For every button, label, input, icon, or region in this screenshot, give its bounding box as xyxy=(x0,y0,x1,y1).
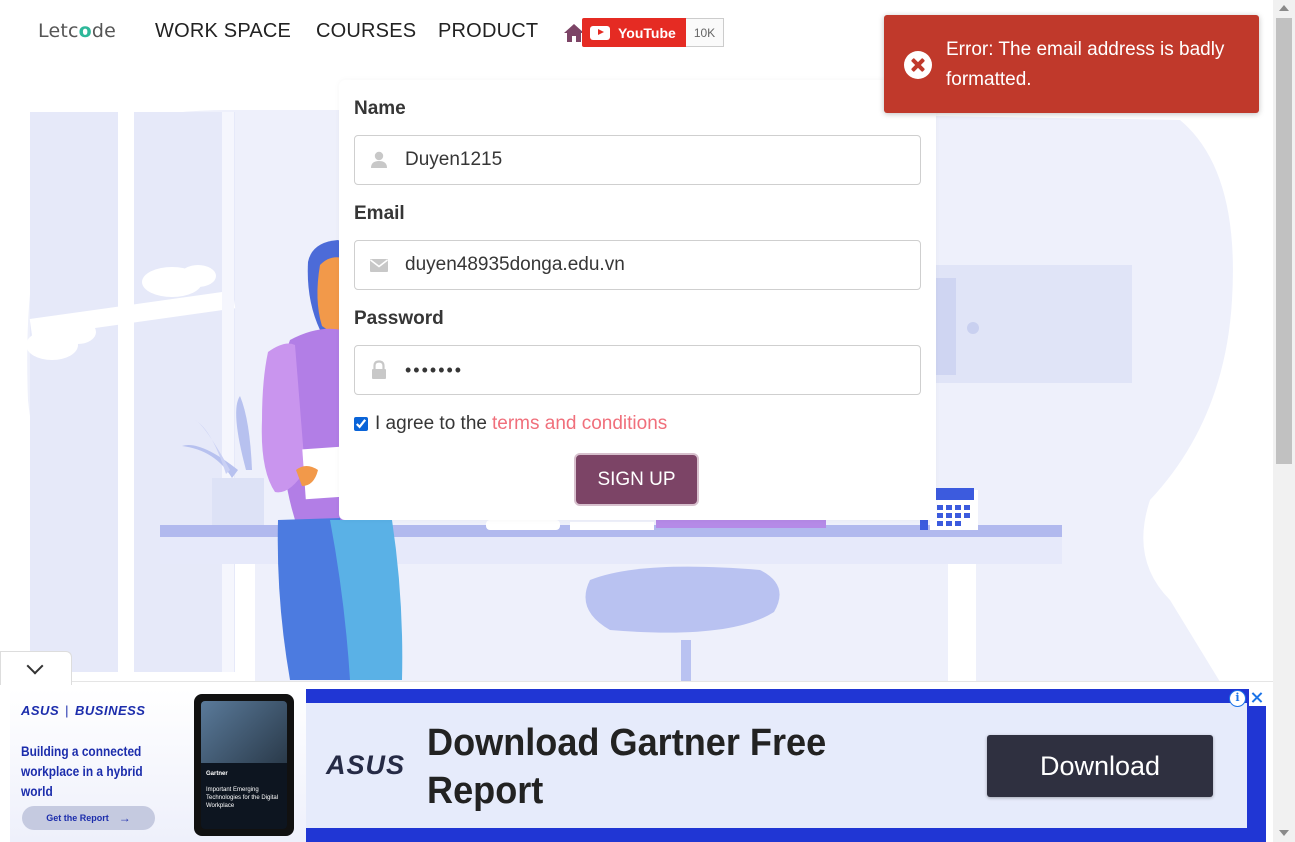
youtube-subscriber-count: 10K xyxy=(685,18,725,47)
scroll-up-arrow-icon[interactable] xyxy=(1279,5,1289,11)
ad-asus-logo: ASUS xyxy=(326,750,406,780)
error-message: Error: The email address is badly format… xyxy=(946,39,1225,90)
password-input[interactable] xyxy=(405,356,905,384)
ad-right-panel: ASUS Download Gartner Free Report Downlo… xyxy=(306,703,1247,828)
chevron-down-icon xyxy=(26,657,44,675)
ad-brand-small: ASUS xyxy=(21,703,60,718)
nav-link-courses[interactable]: COURSES xyxy=(316,20,416,43)
ad-collapse-tab[interactable] xyxy=(0,651,72,685)
user-icon xyxy=(371,151,387,168)
youtube-button[interactable]: YouTube xyxy=(582,18,686,47)
terms-checkbox[interactable] xyxy=(354,417,368,431)
password-field-wrapper xyxy=(354,345,921,395)
page-scrollbar[interactable] xyxy=(1273,0,1295,842)
agree-text: I agree to the xyxy=(375,413,487,434)
terms-link[interactable]: terms and conditions xyxy=(492,413,667,435)
ad-close-icon[interactable] xyxy=(1249,689,1266,706)
password-label: Password xyxy=(354,308,444,329)
name-input[interactable] xyxy=(405,146,905,174)
scroll-down-arrow-icon[interactable] xyxy=(1279,830,1289,836)
ad-get-report-label: Get the Report xyxy=(46,813,109,823)
arrow-right-icon: → xyxy=(118,811,131,825)
email-input[interactable] xyxy=(405,251,905,279)
envelope-icon xyxy=(370,259,388,272)
nav-link-product[interactable]: PRODUCT xyxy=(438,20,538,43)
youtube-label: YouTube xyxy=(618,24,676,41)
ad-tagline: Building a connected workplace in a hybr… xyxy=(21,743,143,799)
signup-button[interactable]: SIGN UP xyxy=(574,453,699,506)
ad-phone-text: Important Emerging Technologies for the … xyxy=(206,787,279,809)
logo-text-suffix: de xyxy=(91,20,117,42)
ad-brand-separator: | xyxy=(65,703,70,718)
ad-brand-header: ASUS | BUSINESS xyxy=(21,703,145,718)
site-logo[interactable]: Letcode xyxy=(38,20,116,42)
lock-icon xyxy=(372,360,386,379)
ad-division: BUSINESS xyxy=(75,703,146,718)
email-label: Email xyxy=(354,203,405,224)
name-field-wrapper xyxy=(354,135,921,185)
youtube-play-icon xyxy=(590,25,610,40)
ad-left-panel: ASUS | BUSINESS Building a connected workp… xyxy=(10,689,306,842)
ad-phone-screen: Gartner Important Emerging Technologies … xyxy=(201,701,287,829)
ad-photo xyxy=(201,701,287,763)
logo-text-accent: o xyxy=(78,20,92,42)
youtube-subscribe: YouTube 10K xyxy=(582,18,725,47)
page: Letcode WORK SPACE COURSES PRODUCT YouTu… xyxy=(0,0,1295,842)
ad-phone-image: Gartner Important Emerging Technologies … xyxy=(194,694,294,836)
ad-info-icon[interactable]: i xyxy=(1229,690,1246,707)
name-label: Name xyxy=(354,98,406,119)
ad-headline: Download Gartner Free Report xyxy=(427,722,827,812)
error-icon xyxy=(904,51,932,79)
error-toast[interactable]: Error: The email address is badly format… xyxy=(884,15,1259,113)
ad-phone-brand: Gartner xyxy=(206,771,228,777)
logo-text-prefix: Letc xyxy=(38,20,79,42)
nav-link-workspace[interactable]: WORK SPACE xyxy=(155,20,291,43)
email-field-wrapper xyxy=(354,240,921,290)
ad-download-button[interactable]: Download xyxy=(987,735,1213,797)
ad-get-report-button[interactable]: Get the Report → xyxy=(22,806,155,830)
ad-container-strip xyxy=(0,681,1273,689)
terms-agreement: I agree to the terms and conditions xyxy=(354,413,667,435)
scrollbar-thumb[interactable] xyxy=(1276,18,1292,464)
ad-banner[interactable]: ASUS | BUSINESS Building a connected workp… xyxy=(10,689,1266,842)
signup-form: Name Email Password I agree to the terms… xyxy=(339,80,936,520)
